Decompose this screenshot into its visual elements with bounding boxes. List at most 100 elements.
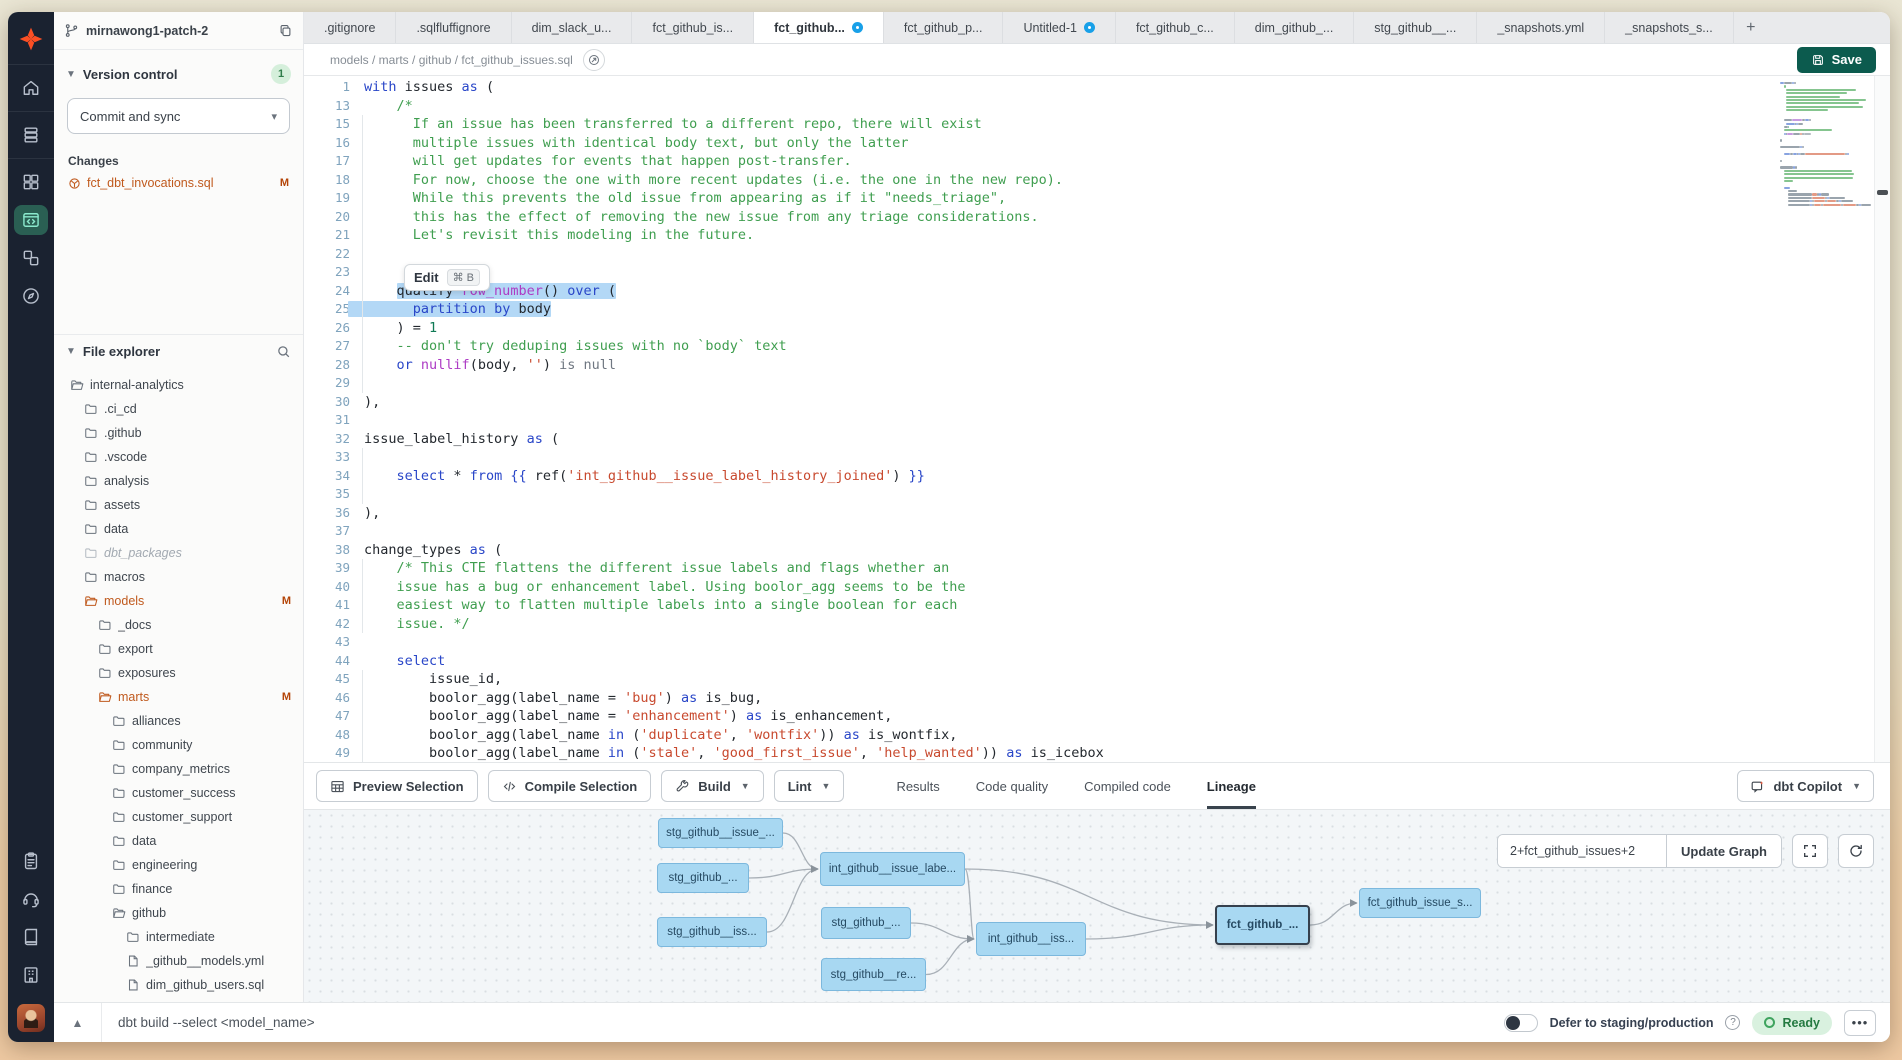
preview-selection-button[interactable]: Preview Selection [316,770,478,802]
defer-toggle[interactable] [1504,1014,1538,1032]
vertical-scrollbar[interactable] [1874,76,1890,762]
tree-item-.ci_cd[interactable]: .ci_cd [54,397,303,421]
tree-item-intermediate[interactable]: intermediate [54,925,303,949]
help-icon[interactable]: ? [1725,1015,1740,1030]
tree-item-github[interactable]: github [54,901,303,925]
search-icon[interactable] [276,344,291,359]
lint-button[interactable]: Lint▼ [774,770,845,802]
directory-icon[interactable] [14,960,48,990]
tree-item-finance[interactable]: finance [54,877,303,901]
lineage-node-stg_github_[interactable]: stg_github_... [821,907,911,939]
code-line-38[interactable]: 38change_types as ( [304,541,1778,560]
code-line-15[interactable]: 15 If an issue has been transferred to a… [304,115,1778,134]
code-line-24[interactable]: 24 qualify row_number() over ( [304,282,1778,301]
file-explorer-header[interactable]: ▼ File explorer [54,334,303,367]
dbt-copilot-button[interactable]: dbt Copilot ▼ [1737,770,1874,802]
dbt-logo-icon[interactable] [14,22,48,56]
lineage-node-stg_github__iss[interactable]: stg_github__iss... [657,917,767,947]
git-branch-row[interactable]: mirnawong1-patch-2 [54,12,303,50]
commit-and-sync-button[interactable]: Commit and sync ▾ [67,98,290,134]
tree-item-export[interactable]: export [54,637,303,661]
more-options-button[interactable]: ••• [1844,1010,1876,1036]
tree-item-.github[interactable]: .github [54,421,303,445]
lineage-node-fct_github_issue_s[interactable]: fct_github_issue_s... [1359,888,1481,918]
tree-item-marts[interactable]: martsM [54,685,303,709]
develop-icon[interactable] [14,205,48,235]
code-line-30[interactable]: 30), [304,393,1778,412]
code-line-17[interactable]: 17 will get updates for events that happ… [304,152,1778,171]
home-icon[interactable] [14,73,48,103]
code-line-27[interactable]: 27 -- don't try deduping issues with no … [304,337,1778,356]
lineage-node-stg_github__re[interactable]: stg_github__re... [821,958,926,991]
lineage-node-stg_github__issue_[interactable]: stg_github__issue_... [658,818,783,848]
lineage-node-stg_github_[interactable]: stg_github_... [657,863,749,893]
code-line-22[interactable]: 22 [304,245,1778,264]
code-line-42[interactable]: 42 issue. */ [304,615,1778,634]
pane-tab-results[interactable]: Results [896,763,939,809]
copy-branch-icon[interactable] [278,23,293,38]
edit-tooltip[interactable]: Edit ⌘ B [404,264,490,291]
tab-_snapshots_s[interactable]: _snapshots_s... [1605,12,1734,43]
scrollbar-thumb[interactable] [1877,190,1888,195]
code-line-25[interactable]: 25 partition by body [304,300,1778,319]
tree-item-data[interactable]: data [54,829,303,853]
pane-tab-lineage[interactable]: Lineage [1207,763,1256,809]
tree-item-.vscode[interactable]: .vscode [54,445,303,469]
tree-item-exposures[interactable]: exposures [54,661,303,685]
status-badge[interactable]: Ready [1752,1011,1832,1035]
code-line-44[interactable]: 44 select [304,652,1778,671]
code-line-18[interactable]: 18 For now, choose the one with more rec… [304,171,1778,190]
tree-item-_docs[interactable]: _docs [54,613,303,637]
code-line-49[interactable]: 49 boolor_agg(label_name in ('stale', 'g… [304,744,1778,762]
code-line-41[interactable]: 41 easiest way to flatten multiple label… [304,596,1778,615]
tree-item-community[interactable]: community [54,733,303,757]
code-line-33[interactable]: 33 [304,448,1778,467]
code-line-13[interactable]: 13 /* [304,97,1778,116]
code-line-43[interactable]: 43 [304,633,1778,652]
code-line-39[interactable]: 39 /* This CTE flattens the different is… [304,559,1778,578]
code-line-48[interactable]: 48 boolor_agg(label_name in ('duplicate'… [304,726,1778,745]
tree-item-assets[interactable]: assets [54,493,303,517]
support-icon[interactable] [14,884,48,914]
minimap[interactable] [1778,76,1874,762]
tree-item-company_metrics[interactable]: company_metrics [54,757,303,781]
compile-selection-button[interactable]: Compile Selection [488,770,652,802]
code-line-28[interactable]: 28 or nullif(body, '') is null [304,356,1778,375]
version-control-header[interactable]: ▼ Version control 1 [54,50,303,92]
tab-gitignore[interactable]: .gitignore [304,12,396,43]
pane-tab-compiled-code[interactable]: Compiled code [1084,763,1171,809]
code-line-1[interactable]: 1with issues as ( [304,78,1778,97]
code-line-46[interactable]: 46 boolor_agg(label_name = 'bug') as is_… [304,689,1778,708]
refresh-button[interactable] [1838,834,1874,868]
new-tab-button[interactable]: + [1734,12,1768,43]
tab-sqlfluffignore[interactable]: .sqlfluffignore [396,12,511,43]
code-line-16[interactable]: 16 multiple issues with identical body t… [304,134,1778,153]
pane-tab-code-quality[interactable]: Code quality [976,763,1048,809]
tree-item-dbt_packages[interactable]: dbt_packages [54,541,303,565]
collapse-command-bar-button[interactable]: ▲ [54,1003,102,1042]
code-line-36[interactable]: 36), [304,504,1778,523]
lineage-node-fct_github_[interactable]: fct_github_... [1215,905,1310,945]
docs-icon[interactable] [14,922,48,952]
fullscreen-button[interactable] [1792,834,1828,868]
code-line-31[interactable]: 31 [304,411,1778,430]
code-area[interactable]: Edit ⌘ B 1with issues as (13 /*15 If an … [304,76,1778,762]
code-line-35[interactable]: 35 [304,485,1778,504]
code-line-21[interactable]: 21 Let's revisit this modeling in the fu… [304,226,1778,245]
lineage-selector-input[interactable] [1498,835,1666,867]
tree-item-macros[interactable]: macros [54,565,303,589]
tree-item-customer_support[interactable]: customer_support [54,805,303,829]
tab-stg_github__[interactable]: stg_github__... [1354,12,1477,43]
tab-dim_slack_u[interactable]: dim_slack_u... [512,12,633,43]
tree-item-analysis[interactable]: analysis [54,469,303,493]
tab-fct_github_p[interactable]: fct_github_p... [884,12,1004,43]
tree-item-alliances[interactable]: alliances [54,709,303,733]
code-line-32[interactable]: 32issue_label_history as ( [304,430,1778,449]
tree-item-data[interactable]: data [54,517,303,541]
code-line-19[interactable]: 19 While this prevents the old issue fro… [304,189,1778,208]
tree-item-models[interactable]: modelsM [54,589,303,613]
explore-icon[interactable] [14,281,48,311]
save-button[interactable]: Save [1797,47,1876,73]
changed-file-row[interactable]: fct_dbt_invocations.sqlM [54,174,303,192]
code-line-37[interactable]: 37 [304,522,1778,541]
